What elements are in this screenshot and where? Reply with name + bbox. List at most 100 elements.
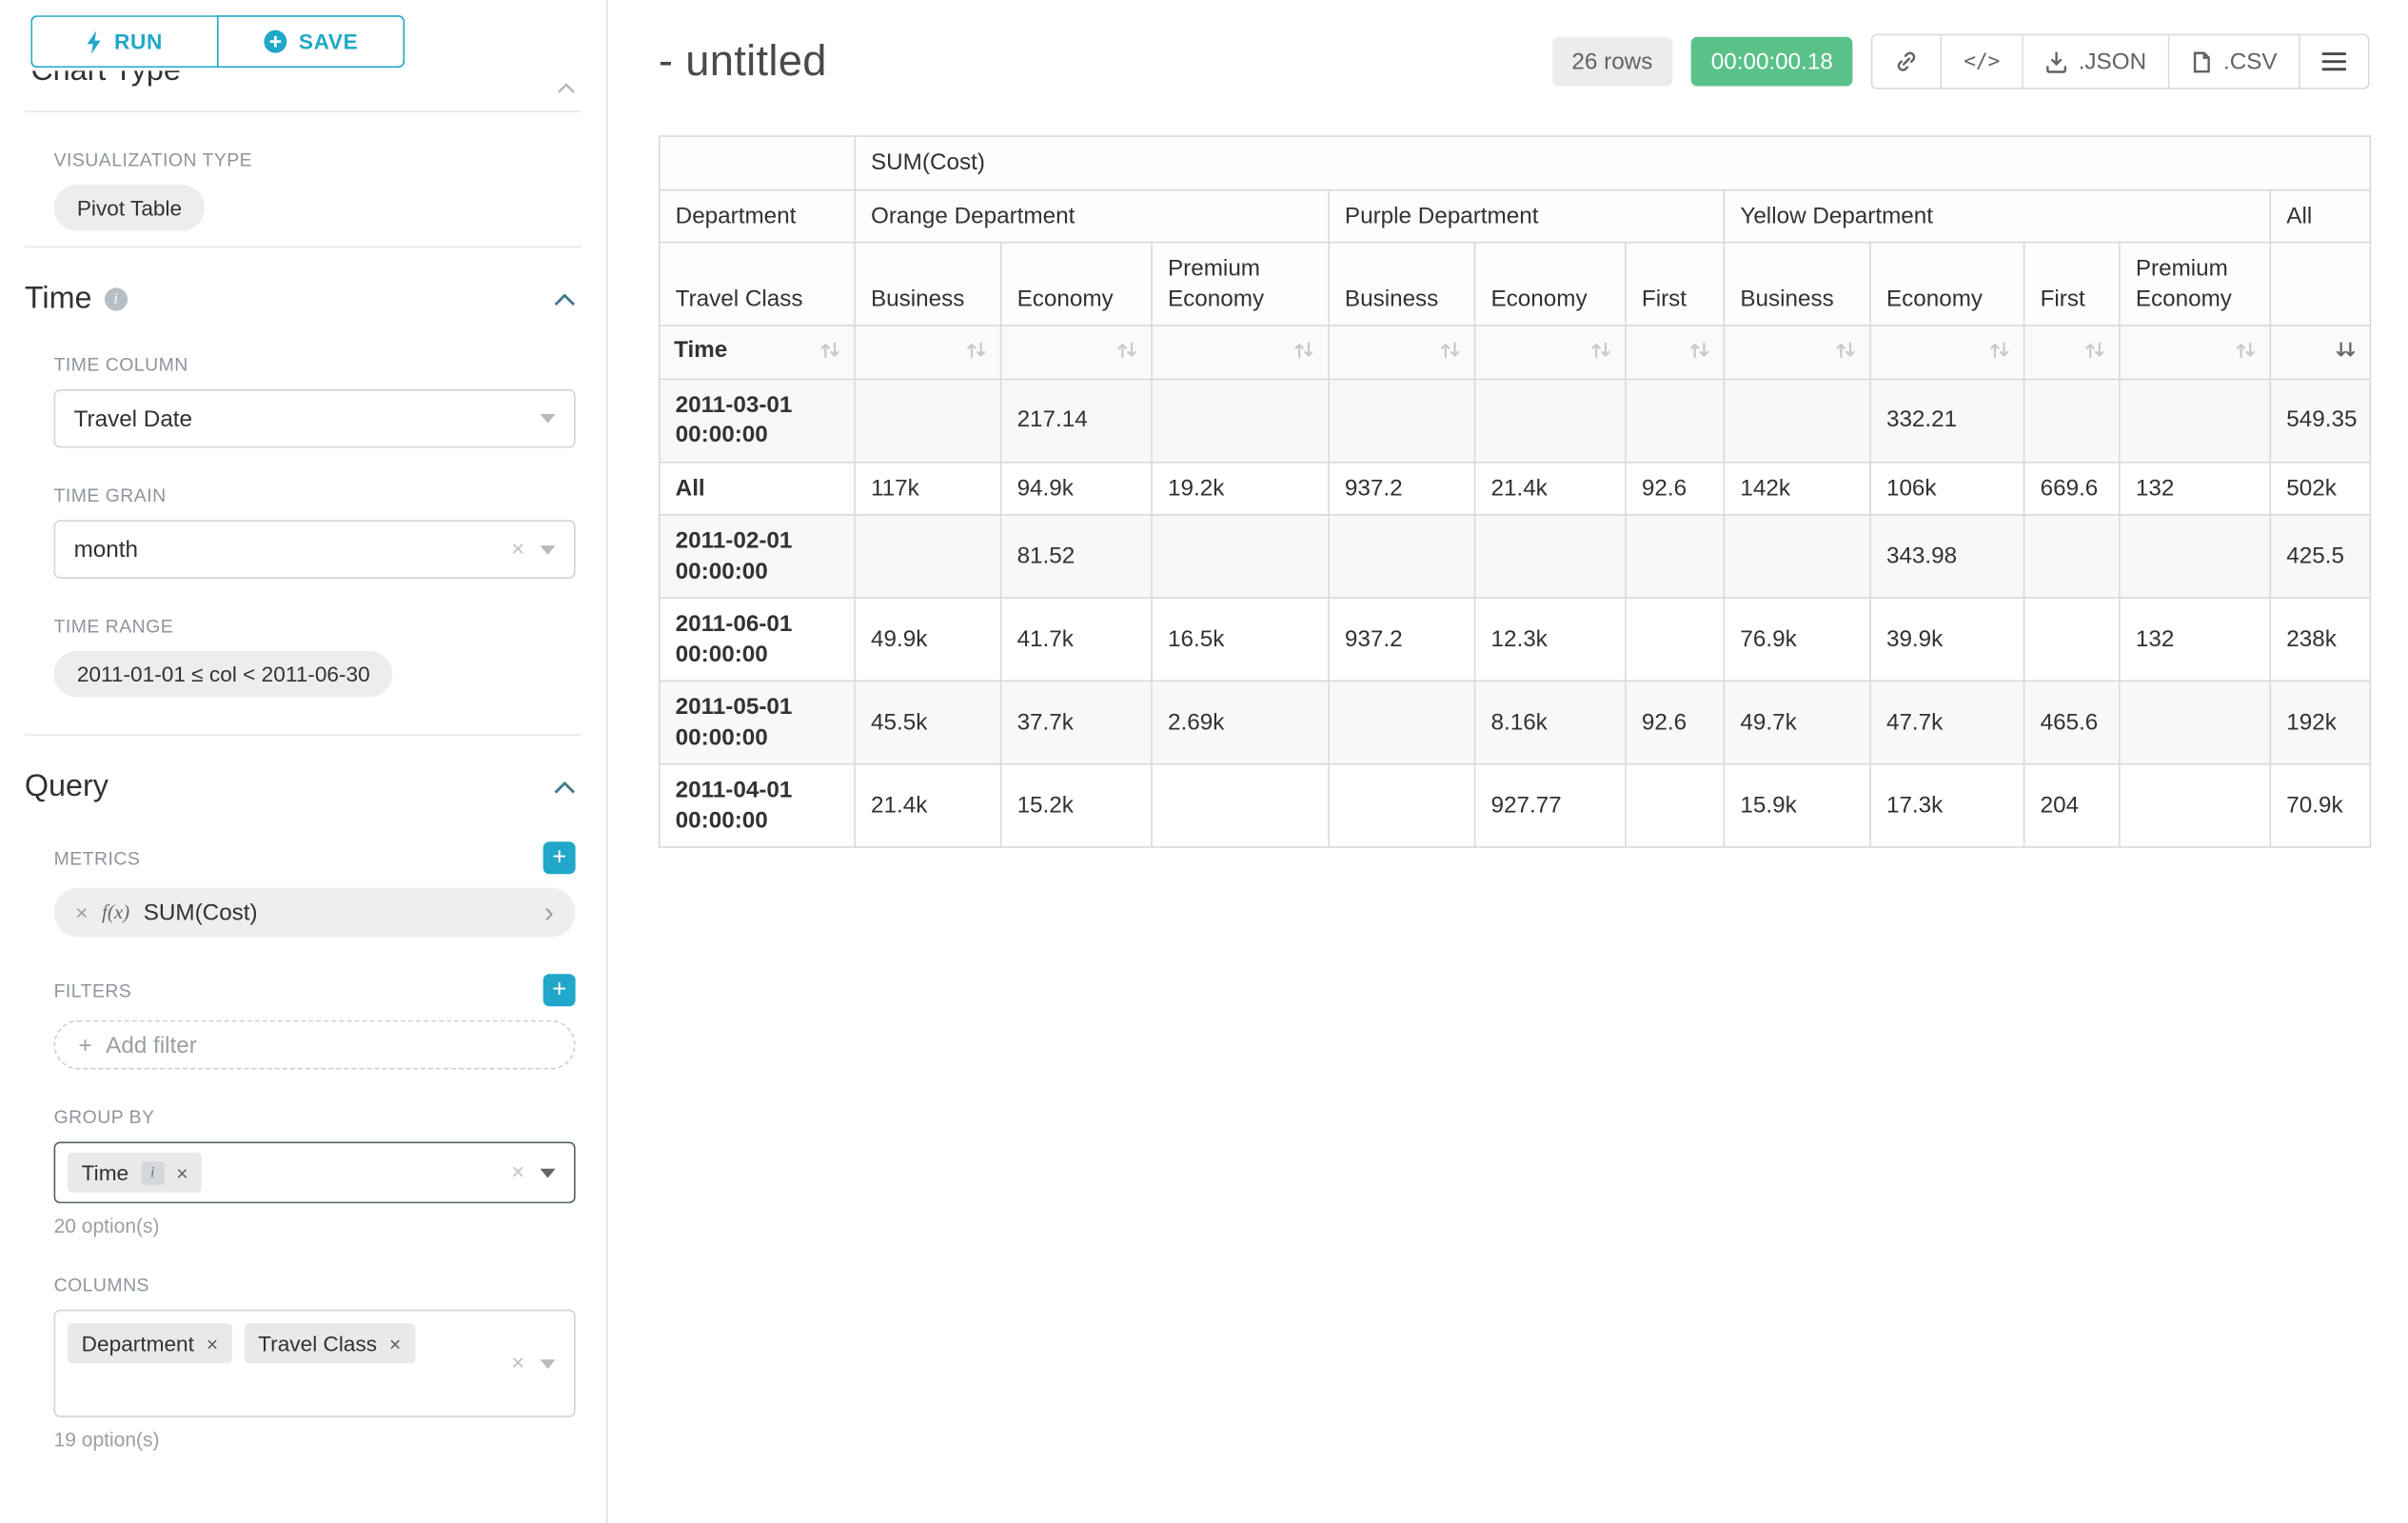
add-metric-button[interactable]: +	[543, 841, 576, 874]
value-cell	[1329, 764, 1475, 847]
sort-toggle-icon[interactable]	[820, 339, 840, 369]
caret-down-icon	[540, 1168, 555, 1177]
save-button[interactable]: SAVE	[217, 15, 405, 68]
value-cell	[1626, 764, 1724, 847]
sort-header-cell[interactable]	[855, 326, 1001, 379]
sort-descending-active-icon[interactable]	[2336, 339, 2356, 369]
value-cell	[2024, 598, 2120, 681]
download-icon	[2044, 50, 2067, 73]
sort-toggle-icon[interactable]	[1440, 339, 1460, 369]
group-by-tag-time[interactable]: Time i ×	[68, 1153, 202, 1193]
copy-link-button[interactable]	[1871, 34, 1942, 89]
travel-class-label-cell: Travel Class	[660, 243, 855, 326]
columns-tag-travel-class[interactable]: Travel Class ×	[245, 1323, 415, 1363]
value-cell: 45.5k	[855, 681, 1001, 763]
query-section-header[interactable]: Query	[25, 769, 576, 804]
value-cell: 465.6	[2024, 681, 2120, 763]
table-row: 2011-04-01 00:00:0021.4k15.2k927.7715.9k…	[660, 764, 2371, 847]
value-cell: 217.14	[1001, 379, 1152, 462]
chevron-right-icon: ›	[544, 898, 554, 927]
view-query-button[interactable]: </>	[1943, 34, 2023, 89]
chart-header: - untitled 26 rows 00:00:00.18 </> .JSON	[659, 30, 2370, 92]
time-label-cell[interactable]: Time	[660, 326, 855, 379]
value-cell	[1724, 515, 1870, 598]
value-cell: 332.21	[1870, 379, 2024, 462]
tag-label: Time	[82, 1160, 128, 1185]
travel-class-header: Economy	[1870, 243, 2024, 326]
value-cell: 132	[2120, 598, 2270, 681]
sort-header-cell[interactable]	[2120, 326, 2270, 379]
remove-metric-icon[interactable]: ×	[75, 900, 88, 925]
value-cell: 49.9k	[855, 598, 1001, 681]
sort-toggle-icon[interactable]	[966, 339, 986, 369]
sort-header-cell[interactable]	[1329, 326, 1475, 379]
metric-chip[interactable]: × f(x) SUM(Cost) ›	[54, 888, 576, 938]
value-cell: 502k	[2270, 462, 2370, 515]
chevron-up-icon[interactable]	[554, 781, 576, 793]
info-icon: i	[104, 287, 127, 310]
sort-toggle-icon[interactable]	[1294, 339, 1314, 369]
run-button-label: RUN	[114, 30, 163, 54]
value-cell	[1475, 515, 1626, 598]
columns-label: COLUMNS	[54, 1275, 576, 1296]
sort-toggle-icon[interactable]	[2236, 339, 2256, 369]
sort-toggle-icon[interactable]	[1836, 339, 1856, 369]
metrics-label: METRICS	[54, 847, 141, 869]
sort-toggle-icon[interactable]	[1689, 339, 1709, 369]
sort-header-cell[interactable]	[1001, 326, 1152, 379]
time-section-header[interactable]: Time i	[25, 282, 576, 317]
chart-type-section-header[interactable]: Chart Type	[30, 70, 582, 95]
sort-header-cell[interactable]	[1626, 326, 1724, 379]
tag-label: Department	[82, 1331, 194, 1355]
sort-header-cell[interactable]	[1724, 326, 1870, 379]
value-cell: 16.5k	[1152, 598, 1329, 681]
run-button[interactable]: RUN	[30, 15, 217, 68]
add-filter-plus-button[interactable]: +	[543, 974, 576, 1006]
remove-tag-icon[interactable]: ×	[207, 1332, 218, 1355]
clear-icon[interactable]: ×	[511, 1352, 524, 1375]
add-filter-label: Add filter	[106, 1032, 197, 1058]
clear-icon[interactable]: ×	[511, 1161, 524, 1184]
department-header: Orange Department	[855, 189, 1329, 243]
export-json-label: .JSON	[2079, 49, 2146, 74]
value-cell: 94.9k	[1001, 462, 1152, 515]
visualization-type-value[interactable]: Pivot Table	[54, 185, 206, 230]
value-cell: 117k	[855, 462, 1001, 515]
sort-header-cell[interactable]	[1152, 326, 1329, 379]
sort-toggle-icon[interactable]	[2084, 339, 2104, 369]
time-section-title: Time	[25, 282, 92, 317]
time-grain-select[interactable]: month ×	[54, 520, 576, 578]
value-cell: 192k	[2270, 681, 2370, 763]
clear-icon[interactable]: ×	[511, 538, 524, 561]
time-range-value[interactable]: 2011-01-01 ≤ col < 2011-06-30	[54, 651, 393, 697]
columns-tag-department[interactable]: Department ×	[68, 1323, 232, 1363]
divider	[25, 734, 582, 736]
sort-toggle-icon[interactable]	[1989, 339, 2009, 369]
sort-header-cell[interactable]	[2270, 326, 2370, 379]
sort-header-cell[interactable]	[1870, 326, 2024, 379]
columns-select[interactable]: Department × Travel Class × ×	[54, 1310, 576, 1417]
menu-button[interactable]	[2300, 34, 2370, 89]
query-section-title: Query	[25, 769, 109, 804]
remove-tag-icon[interactable]: ×	[389, 1332, 401, 1355]
sort-toggle-icon[interactable]	[1117, 339, 1137, 369]
add-filter-button[interactable]: + Add filter	[54, 1020, 576, 1070]
sort-header-cell[interactable]	[2024, 326, 2120, 379]
value-cell: 549.35	[2270, 379, 2370, 462]
remove-tag-icon[interactable]: ×	[176, 1161, 188, 1184]
time-column-select[interactable]: Travel Date	[54, 389, 576, 447]
link-icon	[1895, 49, 1920, 74]
group-by-label: GROUP BY	[54, 1106, 576, 1128]
sort-header-cell[interactable]	[1475, 326, 1626, 379]
chevron-up-icon	[557, 83, 575, 93]
export-csv-label: .CSV	[2223, 49, 2278, 74]
sort-toggle-icon[interactable]	[1591, 339, 1611, 369]
chevron-up-icon[interactable]	[554, 293, 576, 306]
table-row: All117k94.9k19.2k937.221.4k92.6142k106k6…	[660, 462, 2371, 515]
value-cell: 937.2	[1329, 598, 1475, 681]
group-by-select[interactable]: Time i × ×	[54, 1142, 576, 1204]
export-csv-button[interactable]: .CSV	[2169, 34, 2299, 89]
chart-title[interactable]: - untitled	[659, 37, 827, 87]
export-json-button[interactable]: .JSON	[2023, 34, 2170, 89]
travel-class-header: First	[2024, 243, 2120, 326]
